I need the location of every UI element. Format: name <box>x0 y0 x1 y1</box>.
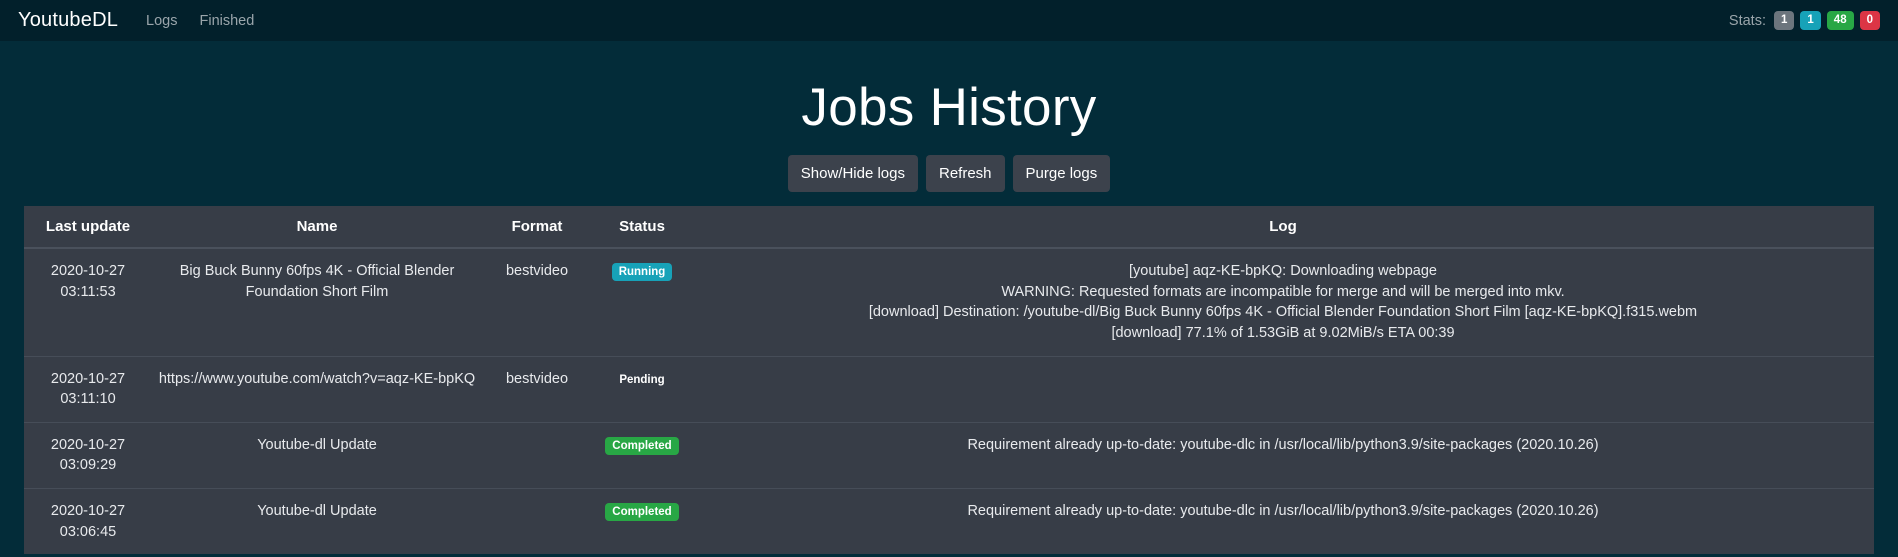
table-row[interactable]: 2020-10-27 03:06:45 Youtube-dl Update Comp… <box>24 487 1874 555</box>
cell-format: bestvideo <box>482 355 592 423</box>
cell-last-update: 2020-10-27 03:09:29 <box>24 421 152 489</box>
column-header-format: Format <box>482 206 592 250</box>
status-badge: Pending <box>619 373 665 386</box>
stats-group: Stats: 1 1 48 0 <box>1728 11 1880 30</box>
stats-badge-pending: 1 <box>1773 11 1795 30</box>
page-title: Jobs History <box>801 78 1097 137</box>
table-body: 2020-10-27 03:11:53 Big Buck Bunny 60fps … <box>24 248 1874 555</box>
cell-last-update: 2020-10-27 03:06:45 <box>24 487 152 555</box>
column-header-log: Log <box>692 206 1874 250</box>
stats-label: Stats: <box>1728 12 1766 29</box>
nav-link-finished[interactable]: Finished <box>200 13 255 29</box>
column-header-status: Status <box>592 206 692 250</box>
cell-last-update: 2020-10-27 03:11:10 <box>24 355 152 423</box>
table-row[interactable]: 2020-10-27 03:09:29 Youtube-dl Update Comp… <box>24 421 1874 489</box>
table-header-row: Last update Name Format Status Log <box>24 206 1874 250</box>
table-row[interactable]: 2020-10-27 03:11:10 https://www.youtube.c… <box>24 355 1874 423</box>
top-navbar: YoutubeDL Logs Finished Stats: 1 1 48 0 <box>0 0 1898 41</box>
cell-log: Requirement already up-to-date: youtube-… <box>692 421 1874 489</box>
cell-last-update: 2020-10-27 03:11:53 <box>50 263 126 300</box>
cell-format <box>482 421 592 489</box>
table-row[interactable]: 2020-10-27 03:11:53 Big Buck Bunny 60fps … <box>24 248 1874 356</box>
action-button-row: Show/Hide logs Refresh Purge logs <box>0 155 1898 193</box>
jobs-table: Last update Name Format Status Log 2020-… <box>24 206 1874 555</box>
cell-status: Completed <box>592 487 692 555</box>
stats-badge-completed: 48 <box>1826 11 1854 30</box>
nav-links: Logs Finished <box>146 13 254 29</box>
cell-log: Requirement already up-to-date: youtube-… <box>692 487 1874 555</box>
nav-link-logs[interactable]: Logs <box>146 13 177 29</box>
purge-logs-button[interactable]: Purge logs <box>1012 155 1111 193</box>
stats-badge-failed: 0 <box>1859 11 1880 30</box>
cell-name: Big Buck Bunny 60fps 4K - Official Blend… <box>179 263 455 300</box>
show-hide-logs-button[interactable]: Show/Hide logs <box>787 155 918 193</box>
cell-format <box>482 487 592 555</box>
brand-logo[interactable]: YoutubeDL <box>18 9 118 32</box>
status-badge: Completed <box>605 502 679 521</box>
stats-badge-running: 1 <box>1800 11 1821 30</box>
cell-log: [youtube] aqz-KE-bpKQ: Downloading webpa… <box>868 263 1698 342</box>
status-badge: Completed <box>605 436 679 455</box>
table-header: Last update Name Format Status Log <box>24 206 1874 250</box>
column-header-last-update: Last update <box>24 206 152 250</box>
status-badge: Running <box>611 263 673 282</box>
cell-name: https://www.youtube.com/watch?v=aqz-KE-b… <box>152 355 482 423</box>
cell-name: Youtube-dl Update <box>152 487 482 555</box>
cell-log <box>692 355 1874 423</box>
refresh-button[interactable]: Refresh <box>925 155 1005 193</box>
cell-status: Pending <box>592 355 692 423</box>
cell-status: Running <box>592 248 692 356</box>
column-header-name: Name <box>152 206 482 250</box>
cell-format: bestvideo <box>505 263 569 280</box>
cell-status: Completed <box>592 421 692 489</box>
jobs-table-container: Last update Name Format Status Log 2020-… <box>24 206 1874 555</box>
cell-name: Youtube-dl Update <box>152 421 482 489</box>
